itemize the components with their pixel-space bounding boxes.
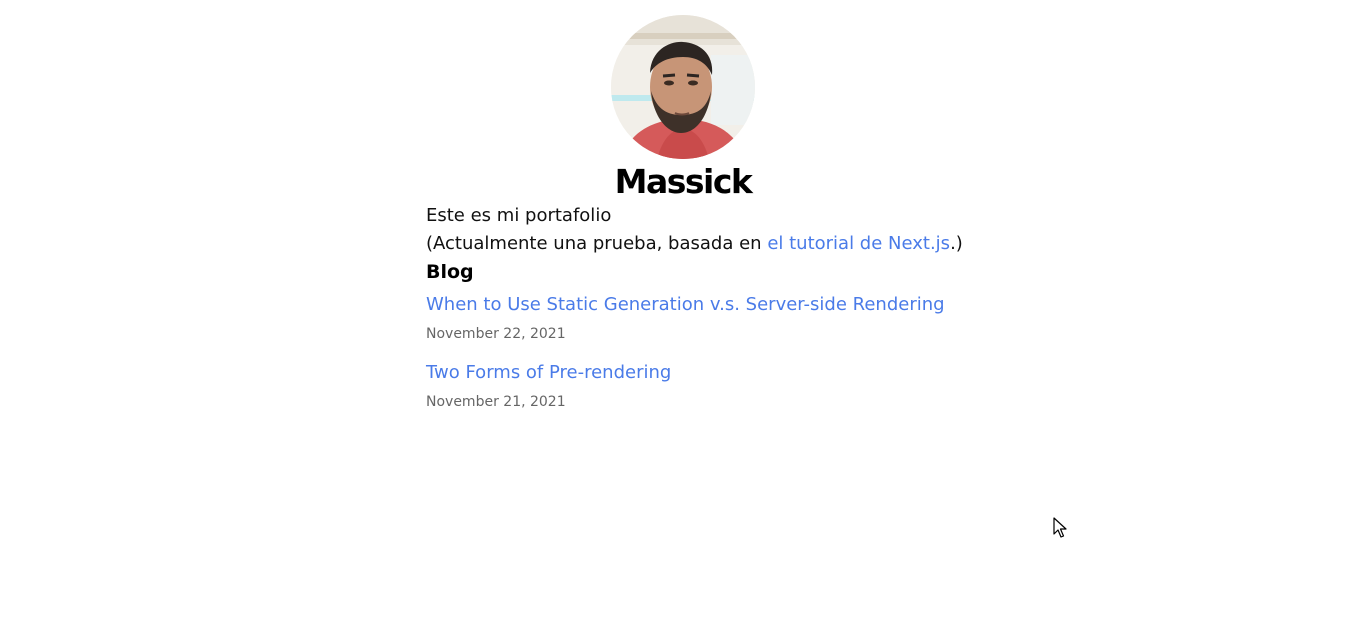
page: Massick Este es mi portafolio (Actualmen… — [0, 0, 1366, 625]
site-title: Massick — [614, 162, 753, 201]
blog-post-list: When to Use Static Generation v.s. Serve… — [426, 290, 1026, 416]
nextjs-tutorial-link[interactable]: el tutorial de Next.js — [767, 233, 950, 254]
mouse-pointer-icon — [1053, 517, 1069, 539]
intro-section: Este es mi portafolio (Actualmente una p… — [426, 202, 1026, 426]
intro-line-2-prefix: (Actualmente una prueba, basada en — [426, 233, 768, 254]
list-item: When to Use Static Generation v.s. Serve… — [426, 290, 1026, 348]
intro-line-1: Este es mi portafolio — [426, 205, 612, 226]
post-link[interactable]: Two Forms of Pre-rendering — [426, 358, 671, 388]
profile-photo-icon — [611, 15, 755, 159]
list-item: Two Forms of Pre-rendering November 21, … — [426, 358, 1026, 416]
post-date: November 21, 2021 — [426, 394, 566, 410]
profile-header: Massick — [0, 15, 1366, 201]
blog-heading: Blog — [426, 261, 474, 283]
avatar — [611, 15, 755, 159]
post-date: November 22, 2021 — [426, 326, 566, 342]
intro-line-2: (Actualmente una prueba, basada en el tu… — [426, 230, 1026, 258]
intro-line-2-suffix: .) — [950, 233, 963, 254]
post-link[interactable]: When to Use Static Generation v.s. Serve… — [426, 290, 945, 320]
